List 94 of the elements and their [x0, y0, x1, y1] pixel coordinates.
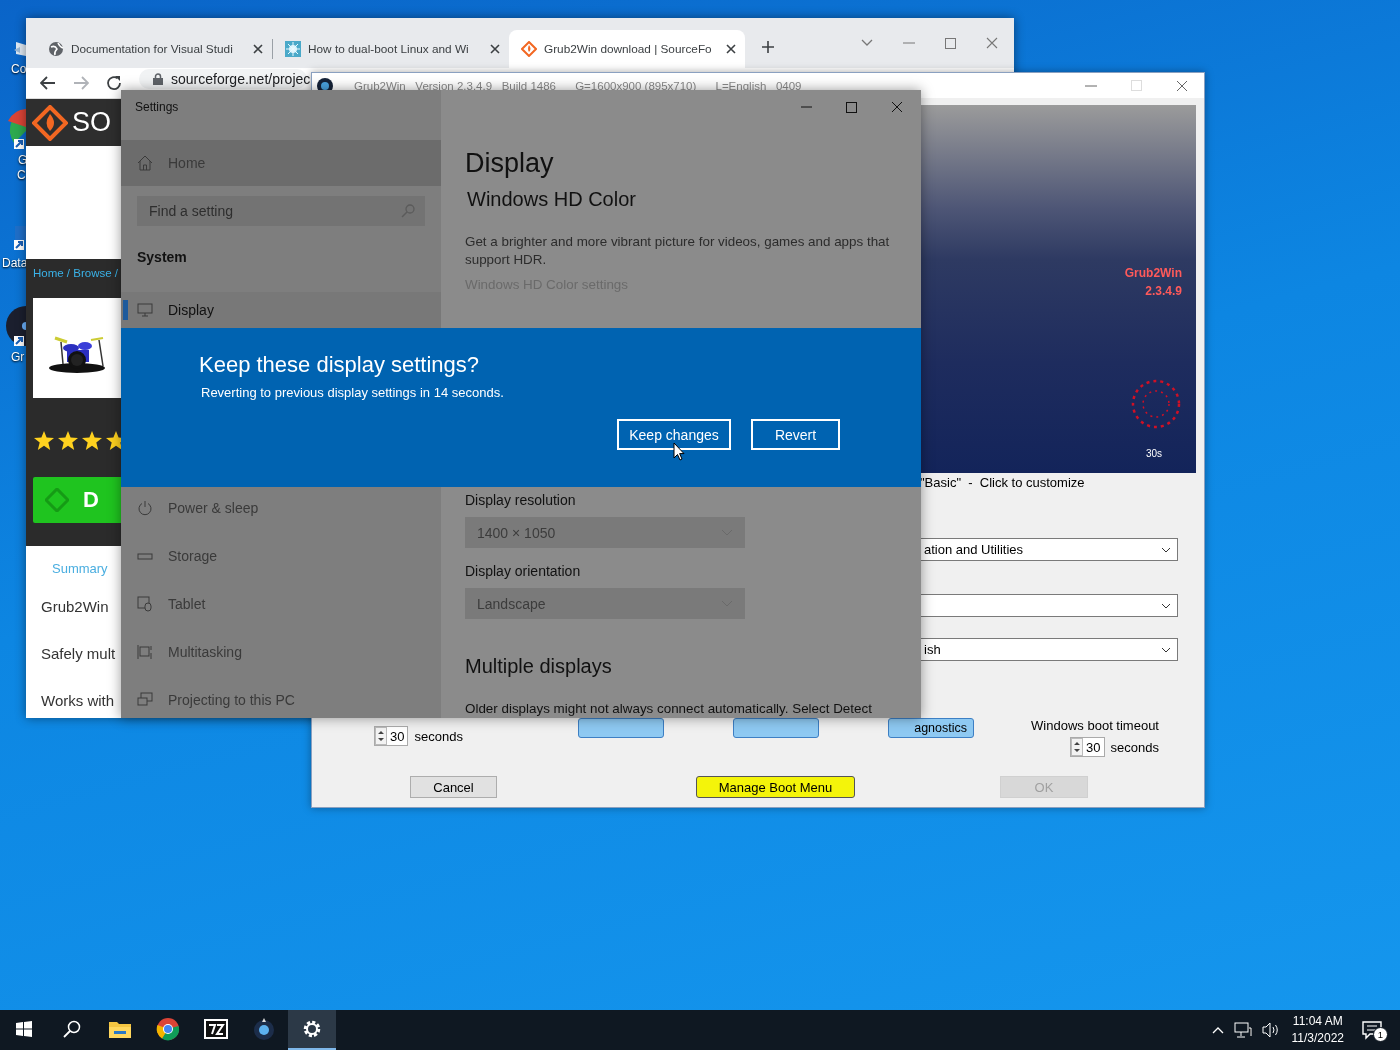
flame-logo-icon [32, 104, 68, 141]
diamond-flame-icon [521, 41, 537, 57]
section-heading: System [137, 248, 188, 266]
network-icon[interactable] [1233, 1022, 1252, 1038]
power-icon [137, 500, 153, 516]
description-text: Grub2Win [40, 598, 110, 615]
preview-text: 2.3.4.9 [1145, 283, 1182, 300]
chevron-down-icon[interactable] [861, 39, 873, 47]
close-icon[interactable] [253, 44, 263, 54]
boot-menu-preview[interactable]: Grub2Win 2.3.4.9 30s [920, 105, 1196, 473]
maximize-icon[interactable] [846, 101, 857, 113]
icon-label: Gr [10, 350, 26, 365]
browser-tab[interactable]: How to dual-boot Linux and Wi [273, 30, 509, 68]
chevron-up-icon[interactable] [1211, 1026, 1224, 1034]
round-app-icon [156, 1017, 180, 1041]
start-icon [16, 1021, 32, 1037]
dropdown[interactable]: ation and Utilities [920, 538, 1178, 561]
page-title: Display [465, 147, 555, 180]
diamond-icon [45, 488, 69, 512]
section-heading: Windows HD Color [466, 187, 637, 212]
clock[interactable]: 11:04 AM 11/3/2022 [1291, 1013, 1344, 1047]
browser-tab[interactable]: Grub2Win download | SourceFo [509, 30, 745, 68]
description-text: Get a brighter and more vibrant picture for videos, games and apps that support HDR. [465, 233, 891, 269]
tablet-icon [137, 596, 153, 612]
tool-button[interactable]: agnostics [888, 718, 974, 738]
countdown-text: 30s [1145, 448, 1162, 459]
home-icon [137, 155, 153, 171]
dropdown[interactable] [920, 594, 1178, 617]
description-text: Safely mult [40, 645, 117, 662]
volume-icon[interactable] [1261, 1022, 1280, 1038]
globe-icon [48, 41, 64, 57]
close-icon[interactable] [891, 101, 903, 113]
notification-icon[interactable] [1362, 1020, 1382, 1040]
field-label: Display orientation [465, 562, 582, 580]
timeout-label: Windows boot timeout [1031, 718, 1159, 733]
back-icon[interactable] [40, 76, 56, 90]
close-icon[interactable] [726, 44, 736, 54]
snowflake-icon [285, 41, 301, 57]
selection-bar [123, 300, 128, 320]
browser-tab[interactable]: Documentation for Visual Studi [36, 30, 272, 68]
taskbar-button[interactable] [288, 1010, 336, 1050]
dropdown[interactable]: ish [920, 638, 1178, 661]
archive-app-icon [204, 1019, 228, 1039]
chevron-down-icon [1161, 602, 1171, 609]
dialog-message: Reverting to previous display settings in 14 seconds. [201, 385, 505, 401]
icon-label: Co [10, 62, 27, 77]
unit-label: seconds [414, 728, 463, 744]
section-heading: Multiple displays [465, 654, 613, 679]
preview-text: Grub2Win [1124, 265, 1182, 282]
reload-icon[interactable] [106, 75, 122, 91]
nav-item[interactable]: Display [121, 292, 441, 328]
disc-app-icon [252, 1017, 276, 1041]
lock-icon [153, 73, 163, 85]
close-icon[interactable] [490, 44, 500, 54]
chevron-down-icon [1161, 646, 1171, 653]
dotted-circle-icon [1130, 378, 1182, 430]
chevron-down-icon [1161, 546, 1171, 553]
breadcrumb-link[interactable]: Home / Browse / [33, 267, 121, 280]
dialog-button[interactable]: Manage Boot Menu [696, 776, 855, 798]
unit-label: seconds [1110, 739, 1159, 755]
search-icon [401, 204, 415, 218]
monitor-icon [137, 302, 153, 318]
search-icon [63, 1020, 81, 1038]
icon-label: G [17, 153, 28, 168]
multitasking-icon [137, 644, 153, 660]
number-spinner[interactable]: 30 [374, 726, 409, 746]
dialog-button[interactable]: Cancel [410, 776, 497, 798]
notification-badge: 1 [1373, 1027, 1388, 1042]
number-spinner[interactable]: 30 [1070, 737, 1105, 757]
star-icon [33, 430, 55, 451]
description-text: Works with [40, 692, 116, 709]
dialog-button[interactable]: Keep changes [617, 419, 731, 450]
maximize-icon[interactable] [945, 37, 956, 49]
dialog-button[interactable]: Revert [751, 419, 840, 450]
star-icon [105, 430, 121, 451]
tool-button[interactable] [733, 718, 819, 738]
close-icon[interactable] [1176, 79, 1188, 92]
icon-label: Data [1, 256, 28, 271]
star-icon [57, 430, 79, 451]
projecting-icon [137, 692, 153, 708]
field-label: Display resolution [465, 491, 577, 509]
gear-icon [302, 1019, 322, 1039]
star-icon [81, 430, 103, 451]
mouse-pointer-icon [673, 442, 685, 461]
new-tab-icon[interactable] [761, 40, 775, 54]
folder-icon [108, 1019, 132, 1039]
description-text: Older displays might not always connect automatically. Select Detect [465, 700, 873, 718]
customize-link[interactable]: "Basic" - Click to customize [920, 475, 1204, 490]
tool-button[interactable] [578, 718, 664, 738]
icon-label: C [16, 168, 27, 183]
logo-text: SO [72, 107, 111, 138]
window-title: Settings [134, 99, 180, 115]
window-title: Grub2Win Version 2.3.4.9 Build 1486 G=1600x900 (895x710) L=English 0409 [354, 79, 802, 92]
dialog-title: Keep these display settings? [199, 352, 481, 378]
